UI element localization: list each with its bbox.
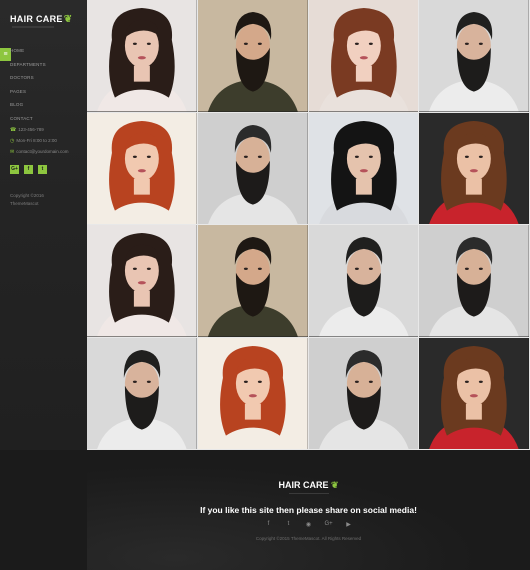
portrait-image	[419, 225, 529, 337]
facebook-icon[interactable]: f	[24, 165, 33, 174]
phone-text: 123-456-789	[18, 127, 44, 132]
gallery-tile-man-beard-tan-background[interactable]	[197, 225, 309, 338]
portrait-image	[197, 0, 308, 112]
sidebar-copyright: Copyright ©2016 ThemeMascot	[10, 192, 80, 208]
gallery-tile-woman-red-curly-hair[interactable]	[197, 337, 309, 450]
contact-phone: ☎ 123-456-789	[10, 124, 69, 135]
gallery-tile-woman-dark-wavy-hair[interactable]	[87, 225, 198, 338]
gallery-tile-woman-brown-curly-hair-red-top[interactable]	[419, 337, 530, 450]
gallery-tile-man-beard-side-profile[interactable]	[87, 337, 198, 450]
gallery-tile-woman-dark-wavy-hair[interactable]	[87, 0, 198, 113]
portrait-image	[308, 112, 419, 224]
portrait-image	[308, 337, 419, 449]
portrait-image	[87, 0, 197, 112]
gallery-tile-man-beard-comb[interactable]	[308, 337, 420, 450]
portrait-image	[197, 225, 308, 337]
leaf-icon: ❦	[63, 14, 73, 25]
copyright-line-1: Copyright ©2016	[10, 193, 44, 198]
footer-logo[interactable]: HAIR CARE ❦	[87, 480, 530, 491]
gallery-tile-woman-brown-curly-hair-red-top[interactable]	[419, 112, 530, 225]
portrait-image	[87, 225, 197, 337]
gallery-tile-man-beard-side-profile[interactable]	[308, 225, 420, 338]
portrait-image	[197, 337, 308, 449]
nav-item-blog[interactable]: BLOG	[10, 98, 46, 112]
contact-hours: ◷ Mon-Fri 8:00 to 2:00	[10, 135, 69, 146]
gallery-tile-man-beard-side-profile[interactable]	[419, 0, 530, 113]
clock-icon: ◷	[10, 138, 15, 144]
footer-share-text: If you like this site then please share …	[200, 505, 417, 515]
gallery-tile-man-beard-comb[interactable]	[419, 225, 530, 338]
gallery-tile-woman-black-curly-hair[interactable]	[308, 112, 420, 225]
gallery-tile-man-beard-comb[interactable]	[197, 112, 309, 225]
twitter-icon[interactable]: t	[38, 165, 47, 174]
google-plus-icon[interactable]: G+	[325, 521, 333, 528]
portrait-image	[87, 337, 197, 449]
footer: HAIR CARE ❦ If you like this site then p…	[87, 450, 530, 570]
email-text: contact@yourdomain.com	[16, 149, 69, 154]
nav-item-pages[interactable]: PAGES	[10, 85, 46, 99]
footer-divider	[288, 493, 329, 494]
logo-underline	[12, 26, 54, 28]
portrait-image	[308, 225, 419, 337]
contact-info: ☎ 123-456-789 ◷ Mon-Fri 8:00 to 2:00 ✉ cont…	[10, 124, 69, 157]
portrait-image	[419, 0, 529, 112]
footer-copyright: Copyright ©2015 ThemeMascot. All Rights …	[255, 536, 362, 541]
footer-social-links: f t ◉ G+ ▶	[87, 521, 530, 528]
sidebar: HAIR CARE❦ ≡ HOME DEPARTMENTS DOCTORS PA…	[0, 0, 87, 450]
logo[interactable]: HAIR CARE❦	[10, 14, 72, 25]
twitter-icon[interactable]: t	[285, 521, 293, 528]
sidebar-nav: HOME DEPARTMENTS DOCTORS PAGES BLOG CONT…	[10, 44, 46, 125]
gallery-tile-man-beard-tan-background[interactable]	[197, 0, 309, 113]
gallery-tile-woman-red-straight-hair[interactable]	[308, 0, 420, 113]
portrait-image	[419, 112, 529, 224]
hours-text: Mon-Fri 8:00 to 2:00	[16, 138, 57, 143]
nav-item-departments[interactable]: DEPARTMENTS	[10, 58, 46, 72]
google-plus-icon[interactable]: G+	[10, 165, 19, 174]
gallery-tile-woman-red-curly-hair[interactable]	[87, 112, 198, 225]
portrait-image	[87, 112, 197, 224]
portrait-image	[197, 112, 308, 224]
sidebar-social-links: G+ f t	[10, 165, 47, 174]
nav-item-contact[interactable]: CONTACT	[10, 112, 46, 126]
nav-item-home[interactable]: HOME	[10, 44, 46, 58]
facebook-icon[interactable]: f	[265, 521, 273, 528]
phone-icon: ☎	[10, 127, 17, 133]
youtube-icon[interactable]: ▶	[345, 521, 353, 528]
portrait-image	[308, 0, 419, 112]
nav-item-doctors[interactable]: DOCTORS	[10, 71, 46, 85]
leaf-icon: ❦	[330, 480, 339, 490]
logo-text: HAIR CARE	[10, 14, 63, 24]
dribbble-icon[interactable]: ◉	[305, 521, 313, 528]
copyright-line-2: ThemeMascot	[10, 201, 39, 206]
portrait-image	[419, 337, 529, 449]
footer-logo-text: HAIR CARE	[278, 480, 329, 490]
mail-icon: ✉	[10, 149, 15, 155]
portfolio-gallery	[87, 0, 530, 450]
contact-email[interactable]: ✉ contact@yourdomain.com	[10, 146, 69, 157]
